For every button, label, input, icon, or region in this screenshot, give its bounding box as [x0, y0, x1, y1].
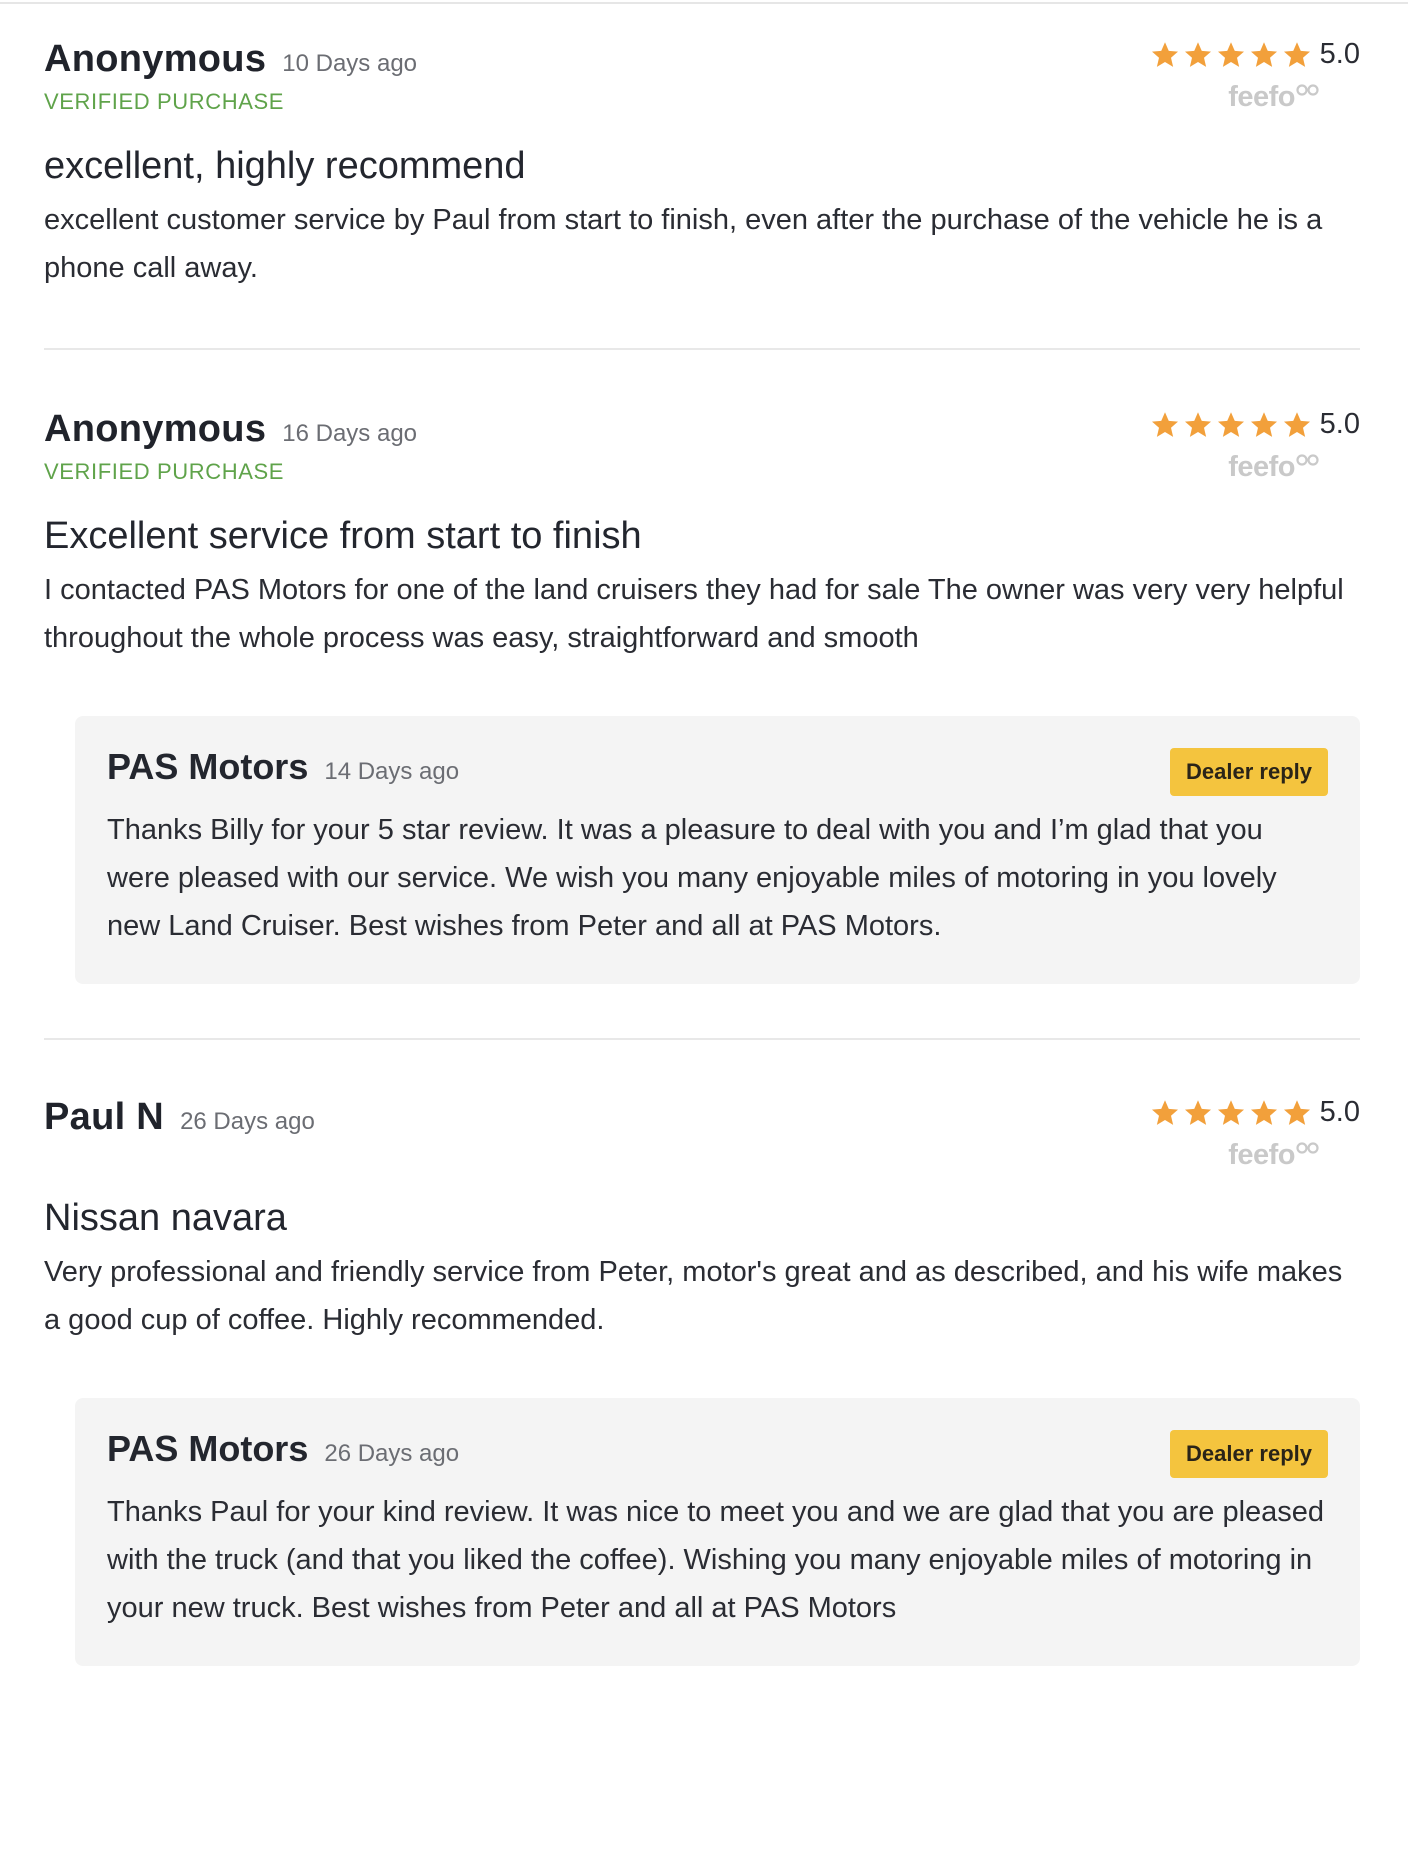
rating-block: 5.0 feefo — [1150, 1096, 1360, 1172]
review-date: 16 Days ago — [282, 420, 418, 447]
dealer-name: PAS Motors — [107, 746, 309, 787]
star-rating — [1150, 410, 1312, 440]
star-icon — [1184, 411, 1211, 437]
dealer-reply: PAS Motors 14 Days ago Dealer reply Than… — [75, 716, 1360, 984]
review-body: I contacted PAS Motors for one of the la… — [44, 574, 1344, 654]
star-icon — [1283, 41, 1310, 67]
dealer-reply-badge: Dealer reply — [1170, 748, 1328, 796]
feefo-wordmark: feefo — [1228, 1139, 1295, 1171]
reply-date: 26 Days ago — [324, 1440, 460, 1467]
reviewer-name: Anonymous — [44, 408, 267, 450]
feefo-eyes-icon — [1296, 84, 1319, 96]
star-icon — [1283, 1099, 1310, 1125]
star-icon — [1151, 41, 1178, 67]
review-title: Excellent service from start to finish — [44, 515, 642, 557]
review-body: excellent customer service by Paul from … — [44, 204, 1323, 284]
rating-block: 5.0 feefo — [1150, 38, 1360, 114]
rating-score: 5.0 — [1319, 408, 1360, 440]
star-icon — [1184, 41, 1211, 67]
review-card: Paul N 26 Days ago 5.0 feefo Nissan nava… — [44, 1040, 1360, 1666]
star-rating — [1150, 40, 1312, 70]
star-icon — [1250, 41, 1277, 67]
reply-body: Thanks Paul for your kind review. It was… — [107, 1496, 1325, 1624]
star-icon — [1184, 1099, 1211, 1125]
star-icon — [1283, 411, 1310, 437]
rating-score: 5.0 — [1319, 38, 1360, 70]
reply-header: PAS Motors 26 Days ago — [107, 1428, 1328, 1470]
reviewer-name: Paul N — [44, 1096, 165, 1138]
feefo-eyes-icon — [1296, 454, 1319, 466]
review-title: Nissan navara — [44, 1197, 287, 1239]
review-card: Anonymous 10 Days ago VERIFIED PURCHASE … — [44, 0, 1360, 350]
review-date: 26 Days ago — [180, 1108, 315, 1135]
feefo-logo[interactable]: feefo — [1228, 1139, 1320, 1172]
star-icon — [1217, 1099, 1244, 1125]
feefo-logo[interactable]: feefo — [1228, 81, 1320, 114]
star-icon — [1151, 1099, 1178, 1125]
star-icon — [1151, 411, 1178, 437]
rating-block: 5.0 feefo — [1150, 408, 1360, 484]
star-icon — [1217, 41, 1244, 67]
feefo-eyes-icon — [1296, 1142, 1319, 1154]
review-card: Anonymous 16 Days ago VERIFIED PURCHASE … — [44, 350, 1360, 1040]
reply-date: 14 Days ago — [324, 758, 460, 785]
star-icon — [1250, 1099, 1277, 1125]
feefo-wordmark: feefo — [1228, 81, 1295, 113]
star-icon — [1250, 411, 1277, 437]
review-date: 10 Days ago — [282, 50, 418, 77]
feefo-logo[interactable]: feefo — [1228, 451, 1320, 484]
star-icon — [1217, 411, 1244, 437]
reviewer-name: Anonymous — [44, 38, 267, 80]
dealer-reply-badge: Dealer reply — [1170, 1430, 1328, 1478]
reply-body: Thanks Billy for your 5 star review. It … — [107, 814, 1277, 942]
reviews-list: Anonymous 10 Days ago VERIFIED PURCHASE … — [44, 0, 1360, 1666]
star-rating — [1150, 1098, 1312, 1128]
rating-score: 5.0 — [1319, 1096, 1360, 1128]
dealer-reply: PAS Motors 26 Days ago Dealer reply Than… — [75, 1398, 1360, 1666]
feefo-wordmark: feefo — [1228, 451, 1295, 483]
dealer-name: PAS Motors — [107, 1428, 309, 1469]
reply-header: PAS Motors 14 Days ago — [107, 746, 1328, 788]
review-body: Very professional and friendly service f… — [44, 1256, 1343, 1336]
review-title: excellent, highly recommend — [44, 145, 526, 187]
